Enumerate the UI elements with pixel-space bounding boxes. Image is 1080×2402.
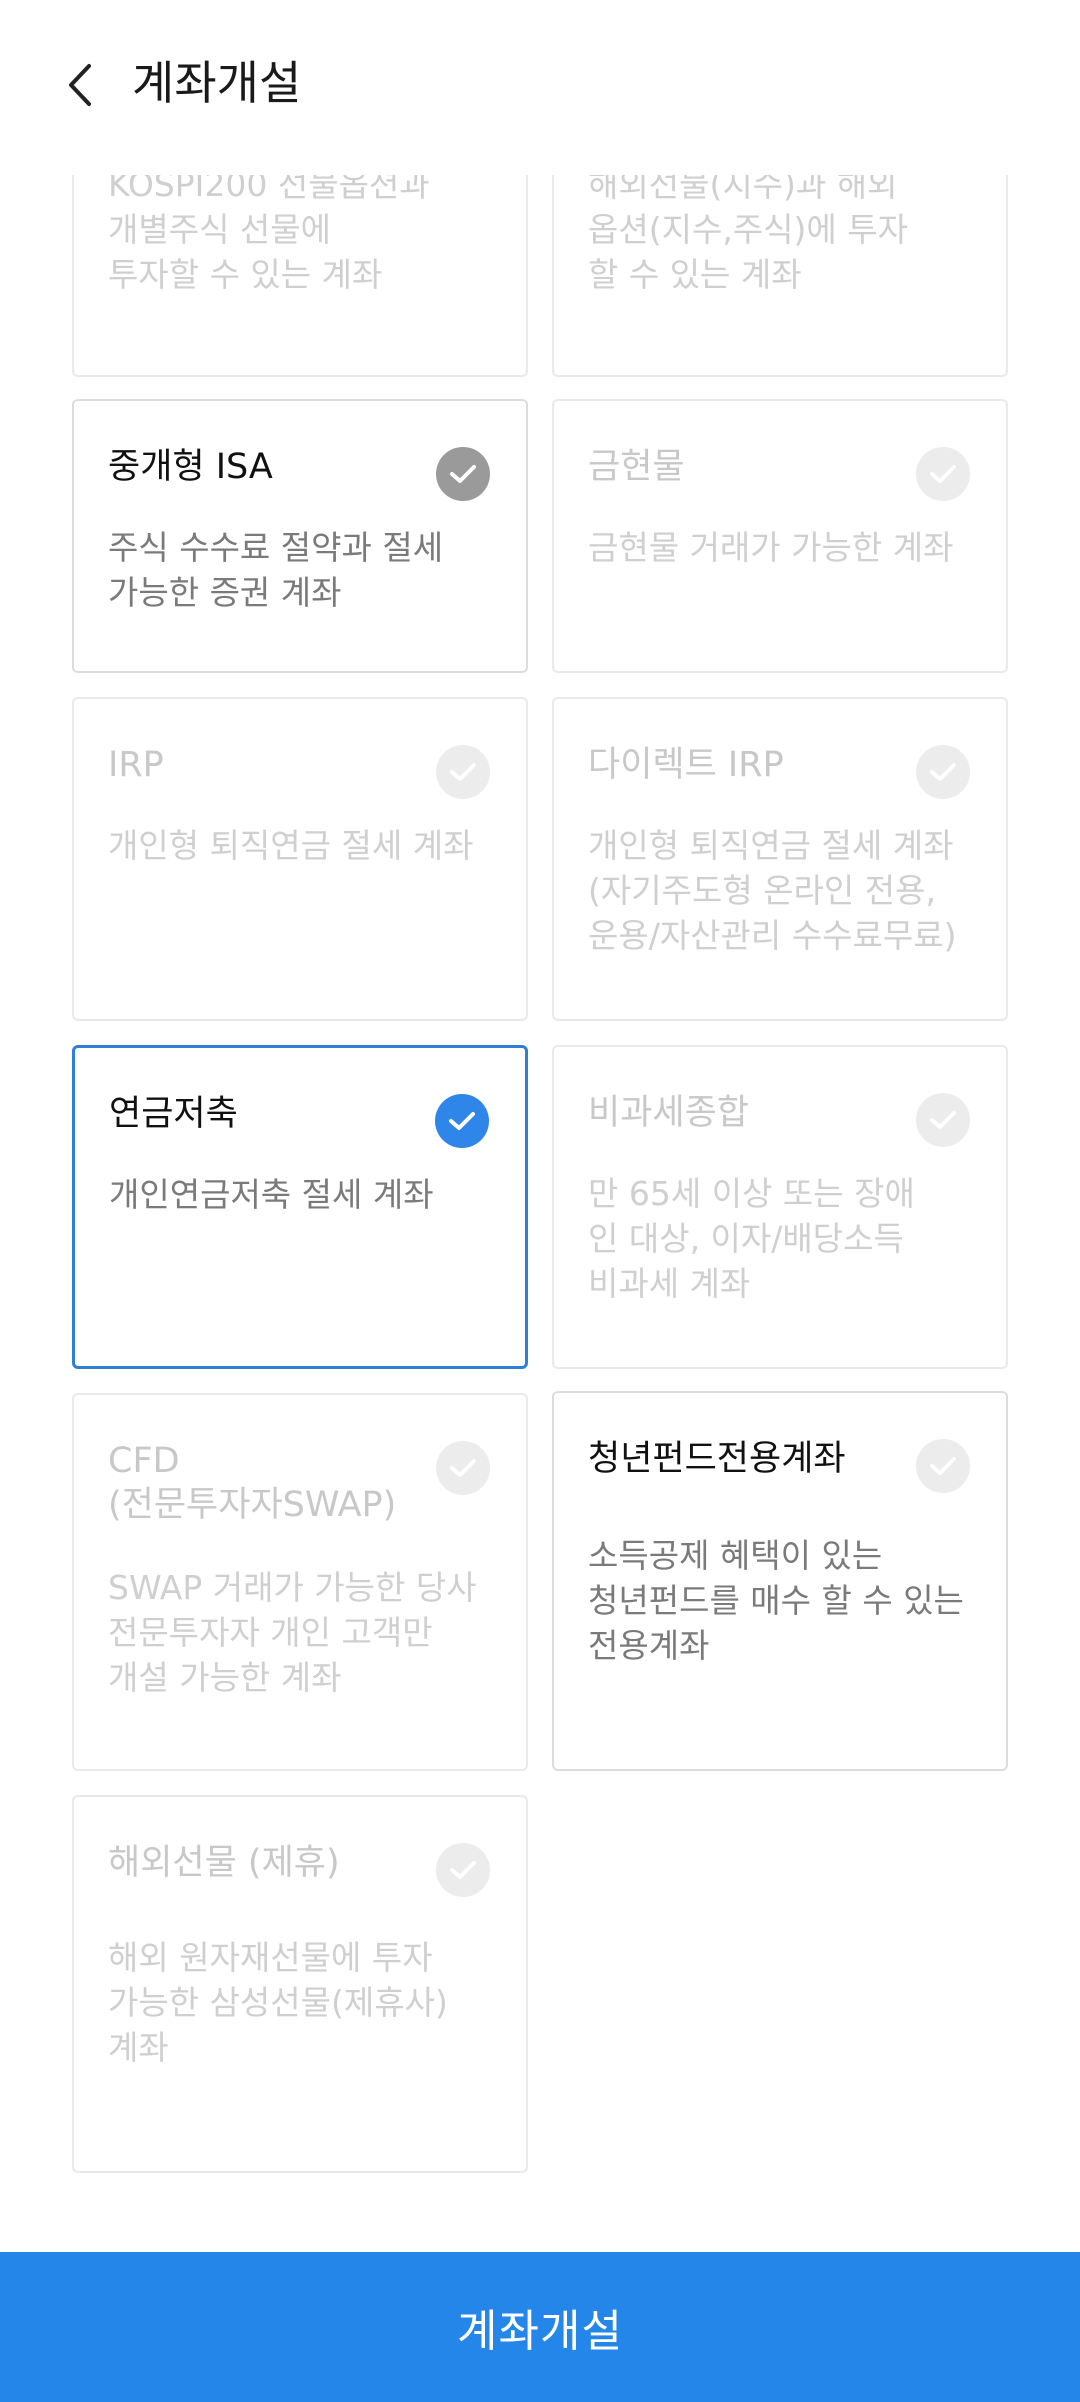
account-card-youth-fund[interactable]: 청년펀드전용계좌 소득공제 혜택이 있는 청년펀드를 매수 할 수 있는 전용계… <box>552 1391 1008 1771</box>
account-card-futures-options[interactable]: KOSPI200 선물옵션과 개별주식 선물에 투자할 수 있는 계좌 <box>72 175 528 377</box>
back-button[interactable] <box>50 45 110 125</box>
check-icon <box>450 1459 476 1477</box>
page-title: 계좌개설 <box>132 56 302 110</box>
card-desc: KOSPI200 선물옵션과 개별주식 선물에 투자할 수 있는 계좌 <box>108 175 430 294</box>
chevron-left-icon <box>69 64 91 106</box>
card-title: CFD (전문투자자SWAP) <box>108 1441 397 1525</box>
check-icon <box>930 1111 956 1129</box>
account-type-grid: KOSPI200 선물옵션과 개별주식 선물에 투자할 수 있는 계좌 해외선물… <box>0 175 1080 2250</box>
header: 계좌개설 <box>0 0 1080 170</box>
checkbox[interactable] <box>916 1093 970 1147</box>
app-root: 계좌개설 KOSPI200 선물옵션과 개별주식 선물에 투자할 수 있는 계좌… <box>0 0 1080 2402</box>
check-icon <box>450 763 476 781</box>
account-card-direct-irp[interactable]: 다이렉트 IRP 개인형 퇴직연금 절세 계좌 (자기주도형 온라인 전용, 운… <box>552 697 1008 1021</box>
account-card-irp[interactable]: IRP 개인형 퇴직연금 절세 계좌 <box>72 697 528 1021</box>
card-desc: 개인연금저축 절세 계좌 <box>109 1175 434 1214</box>
card-title: 연금저축 <box>109 1094 238 1134</box>
card-title: 청년펀드전용계좌 <box>588 1439 846 1479</box>
check-icon <box>450 465 476 483</box>
account-card-gold[interactable]: 금현물 금현물 거래가 가능한 계좌 <box>552 399 1008 673</box>
card-desc: SWAP 거래가 가능한 당사 전문투자자 개인 고객만 개설 가능한 계좌 <box>108 1568 477 1697</box>
check-icon <box>930 763 956 781</box>
checkbox[interactable] <box>916 745 970 799</box>
account-card-isa[interactable]: 중개형 ISA 주식 수수료 절약과 절세 가능한 증권 계좌 <box>72 399 528 673</box>
card-desc: 소득공제 혜택이 있는 청년펀드를 매수 할 수 있는 전용계좌 <box>588 1536 964 1665</box>
checkbox[interactable] <box>436 447 490 501</box>
account-card-overseas-futures[interactable]: 해외선물(지수)과 해외 옵션(지수,주식)에 투자 할 수 있는 계좌 <box>552 175 1008 377</box>
checkbox[interactable] <box>436 745 490 799</box>
card-title: 해외선물 (제휴) <box>108 1843 340 1883</box>
open-account-button[interactable]: 계좌개설 <box>0 2252 1080 2402</box>
checkbox[interactable] <box>436 1441 490 1495</box>
card-desc: 해외선물(지수)과 해외 옵션(지수,주식)에 투자 할 수 있는 계좌 <box>588 175 908 294</box>
checkbox[interactable] <box>435 1094 489 1148</box>
check-icon <box>449 1112 475 1130</box>
account-card-pension-savings[interactable]: 연금저축 개인연금저축 절세 계좌 <box>72 1045 528 1369</box>
card-desc: 주식 수수료 절약과 절세 가능한 증권 계좌 <box>108 528 444 612</box>
card-desc: 개인형 퇴직연금 절세 계좌 (자기주도형 온라인 전용, 운용/자산관리 수수… <box>588 826 957 955</box>
checkbox[interactable] <box>916 1439 970 1493</box>
card-desc: 개인형 퇴직연금 절세 계좌 <box>108 826 474 865</box>
card-desc: 금현물 거래가 가능한 계좌 <box>588 528 954 567</box>
checkbox[interactable] <box>436 1843 490 1897</box>
card-title: 중개형 ISA <box>108 447 273 487</box>
card-title: 다이렉트 IRP <box>588 745 784 785</box>
card-desc: 해외 원자재선물에 투자 가능한 삼성선물(제휴사) 계좌 <box>108 1938 448 2067</box>
card-desc: 만 65세 이상 또는 장애 인 대상, 이자/배당소득 비과세 계좌 <box>588 1174 915 1303</box>
card-title: IRP <box>108 745 164 785</box>
card-title: 금현물 <box>588 447 685 487</box>
account-card-cfd[interactable]: CFD (전문투자자SWAP) SWAP 거래가 가능한 당사 전문투자자 개인… <box>72 1393 528 1771</box>
card-title: 비과세종합 <box>588 1093 750 1133</box>
check-icon <box>930 1457 956 1475</box>
account-card-overseas-futures-partner[interactable]: 해외선물 (제휴) 해외 원자재선물에 투자 가능한 삼성선물(제휴사) 계좌 <box>72 1795 528 2173</box>
check-icon <box>450 1861 476 1879</box>
checkbox[interactable] <box>916 447 970 501</box>
check-icon <box>930 465 956 483</box>
account-card-tax-free[interactable]: 비과세종합 만 65세 이상 또는 장애 인 대상, 이자/배당소득 비과세 계… <box>552 1045 1008 1369</box>
